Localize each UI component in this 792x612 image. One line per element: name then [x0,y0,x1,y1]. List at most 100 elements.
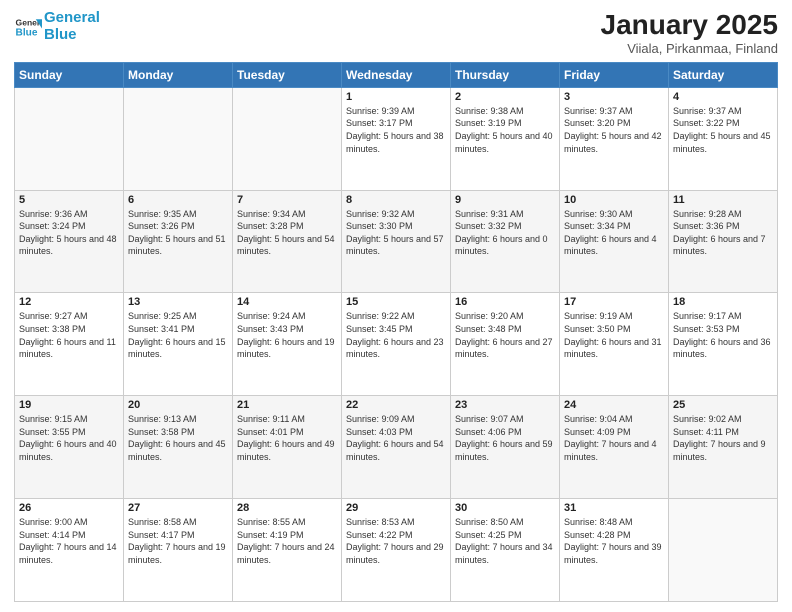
calendar-week-row: 5Sunrise: 9:36 AM Sunset: 3:24 PM Daylig… [15,190,778,293]
day-info: Sunrise: 9:27 AM Sunset: 3:38 PM Dayligh… [19,310,119,360]
logo-text: General Blue [44,10,100,43]
day-number: 14 [237,296,337,308]
svg-text:Blue: Blue [16,27,38,38]
calendar-week-row: 19Sunrise: 9:15 AM Sunset: 3:55 PM Dayli… [15,396,778,499]
day-number: 15 [346,296,446,308]
day-number: 31 [564,502,664,514]
logo-icon: General Blue [14,13,42,41]
calendar-cell: 15 Sunrise: 9:22 AM Sunset: 3:45 PM Dayli… [342,293,451,396]
day-info: Sunrise: 9:30 AM Sunset: 3:34 PM Dayligh… [564,208,664,258]
calendar-cell: 17 Sunrise: 9:19 AM Sunset: 3:50 PM Dayli… [560,293,669,396]
weekday-header-row: SundayMondayTuesdayWednesdayThursdayFrid… [15,62,778,87]
calendar-week-row: 26Sunrise: 9:00 AM Sunset: 4:14 PM Dayli… [15,499,778,602]
day-info: Sunrise: 8:58 AM Sunset: 4:17 PM Dayligh… [128,516,228,566]
calendar-cell: 7 Sunrise: 9:34 AM Sunset: 3:28 PM Daylig… [233,190,342,293]
day-info: Sunrise: 8:55 AM Sunset: 4:19 PM Dayligh… [237,516,337,566]
calendar-cell: 14 Sunrise: 9:24 AM Sunset: 3:43 PM Dayli… [233,293,342,396]
calendar-cell: 21 Sunrise: 9:11 AM Sunset: 4:01 PM Dayli… [233,396,342,499]
logo-line1: General [44,9,100,26]
day-number: 22 [346,399,446,411]
calendar-cell: 10Sunrise: 9:30 AM Sunset: 3:34 PM Dayli… [560,190,669,293]
day-info: Sunrise: 9:19 AM Sunset: 3:50 PM Dayligh… [564,310,664,360]
header: General Blue General Blue January 2025 V… [14,10,778,56]
calendar-cell: 8 Sunrise: 9:32 AM Sunset: 3:30 PM Daylig… [342,190,451,293]
day-number: 13 [128,296,228,308]
day-info: Sunrise: 9:35 AM Sunset: 3:26 PM Dayligh… [128,208,228,258]
day-info: Sunrise: 9:24 AM Sunset: 3:43 PM Dayligh… [237,310,337,360]
logo: General Blue General Blue [14,10,100,43]
day-info: Sunrise: 9:36 AM Sunset: 3:24 PM Dayligh… [19,208,119,258]
day-info: Sunrise: 9:34 AM Sunset: 3:28 PM Dayligh… [237,208,337,258]
calendar-cell: 24Sunrise: 9:04 AM Sunset: 4:09 PM Dayli… [560,396,669,499]
calendar-cell: 19Sunrise: 9:15 AM Sunset: 3:55 PM Dayli… [15,396,124,499]
day-number: 4 [673,91,773,103]
page: General Blue General Blue January 2025 V… [0,0,792,612]
day-info: Sunrise: 8:50 AM Sunset: 4:25 PM Dayligh… [455,516,555,566]
day-number: 18 [673,296,773,308]
day-info: Sunrise: 9:13 AM Sunset: 3:58 PM Dayligh… [128,413,228,463]
weekday-header-monday: Monday [124,62,233,87]
calendar-cell: 1 Sunrise: 9:39 AM Sunset: 3:17 PM Daylig… [342,87,451,190]
calendar-table: SundayMondayTuesdayWednesdayThursdayFrid… [14,62,778,602]
calendar-cell [669,499,778,602]
day-number: 30 [455,502,555,514]
day-info: Sunrise: 9:11 AM Sunset: 4:01 PM Dayligh… [237,413,337,463]
day-info: Sunrise: 9:38 AM Sunset: 3:19 PM Dayligh… [455,105,555,155]
day-info: Sunrise: 9:32 AM Sunset: 3:30 PM Dayligh… [346,208,446,258]
calendar-cell: 20 Sunrise: 9:13 AM Sunset: 3:58 PM Dayli… [124,396,233,499]
day-number: 6 [128,194,228,206]
day-info: Sunrise: 9:22 AM Sunset: 3:45 PM Dayligh… [346,310,446,360]
weekday-header-friday: Friday [560,62,669,87]
weekday-header-thursday: Thursday [451,62,560,87]
day-number: 16 [455,296,555,308]
day-info: Sunrise: 9:28 AM Sunset: 3:36 PM Dayligh… [673,208,773,258]
calendar-cell: 3Sunrise: 9:37 AM Sunset: 3:20 PM Daylig… [560,87,669,190]
day-number: 20 [128,399,228,411]
calendar-cell: 13Sunrise: 9:25 AM Sunset: 3:41 PM Dayli… [124,293,233,396]
calendar-cell [233,87,342,190]
day-info: Sunrise: 9:39 AM Sunset: 3:17 PM Dayligh… [346,105,446,155]
day-number: 17 [564,296,664,308]
calendar-cell: 6 Sunrise: 9:35 AM Sunset: 3:26 PM Daylig… [124,190,233,293]
day-number: 8 [346,194,446,206]
calendar-cell: 30 Sunrise: 8:50 AM Sunset: 4:25 PM Dayli… [451,499,560,602]
day-number: 7 [237,194,337,206]
calendar-cell: 9 Sunrise: 9:31 AM Sunset: 3:32 PM Daylig… [451,190,560,293]
day-info: Sunrise: 9:37 AM Sunset: 3:22 PM Dayligh… [673,105,773,155]
weekday-header-saturday: Saturday [669,62,778,87]
calendar-title: January 2025 [601,10,778,41]
calendar-cell [15,87,124,190]
weekday-header-sunday: Sunday [15,62,124,87]
day-number: 26 [19,502,119,514]
day-info: Sunrise: 9:02 AM Sunset: 4:11 PM Dayligh… [673,413,773,463]
calendar-week-row: 1 Sunrise: 9:39 AM Sunset: 3:17 PM Daylig… [15,87,778,190]
day-info: Sunrise: 9:31 AM Sunset: 3:32 PM Dayligh… [455,208,555,258]
calendar-cell: 5Sunrise: 9:36 AM Sunset: 3:24 PM Daylig… [15,190,124,293]
calendar-cell: 23Sunrise: 9:07 AM Sunset: 4:06 PM Dayli… [451,396,560,499]
day-number: 12 [19,296,119,308]
day-number: 1 [346,91,446,103]
logo-line2: Blue [44,26,77,43]
day-number: 9 [455,194,555,206]
calendar-cell: 31Sunrise: 8:48 AM Sunset: 4:28 PM Dayli… [560,499,669,602]
day-info: Sunrise: 9:09 AM Sunset: 4:03 PM Dayligh… [346,413,446,463]
day-number: 25 [673,399,773,411]
day-info: Sunrise: 9:20 AM Sunset: 3:48 PM Dayligh… [455,310,555,360]
calendar-cell: 22 Sunrise: 9:09 AM Sunset: 4:03 PM Dayli… [342,396,451,499]
weekday-header-wednesday: Wednesday [342,62,451,87]
calendar-cell: 25 Sunrise: 9:02 AM Sunset: 4:11 PM Dayli… [669,396,778,499]
calendar-cell: 26Sunrise: 9:00 AM Sunset: 4:14 PM Dayli… [15,499,124,602]
day-number: 2 [455,91,555,103]
day-number: 21 [237,399,337,411]
day-info: Sunrise: 9:04 AM Sunset: 4:09 PM Dayligh… [564,413,664,463]
day-info: Sunrise: 9:37 AM Sunset: 3:20 PM Dayligh… [564,105,664,155]
day-number: 11 [673,194,773,206]
day-number: 19 [19,399,119,411]
calendar-subtitle: Viiala, Pirkanmaa, Finland [601,41,778,56]
calendar-cell: 28Sunrise: 8:55 AM Sunset: 4:19 PM Dayli… [233,499,342,602]
calendar-cell: 18 Sunrise: 9:17 AM Sunset: 3:53 PM Dayli… [669,293,778,396]
calendar-cell: 4 Sunrise: 9:37 AM Sunset: 3:22 PM Daylig… [669,87,778,190]
day-info: Sunrise: 9:17 AM Sunset: 3:53 PM Dayligh… [673,310,773,360]
weekday-header-tuesday: Tuesday [233,62,342,87]
day-number: 27 [128,502,228,514]
